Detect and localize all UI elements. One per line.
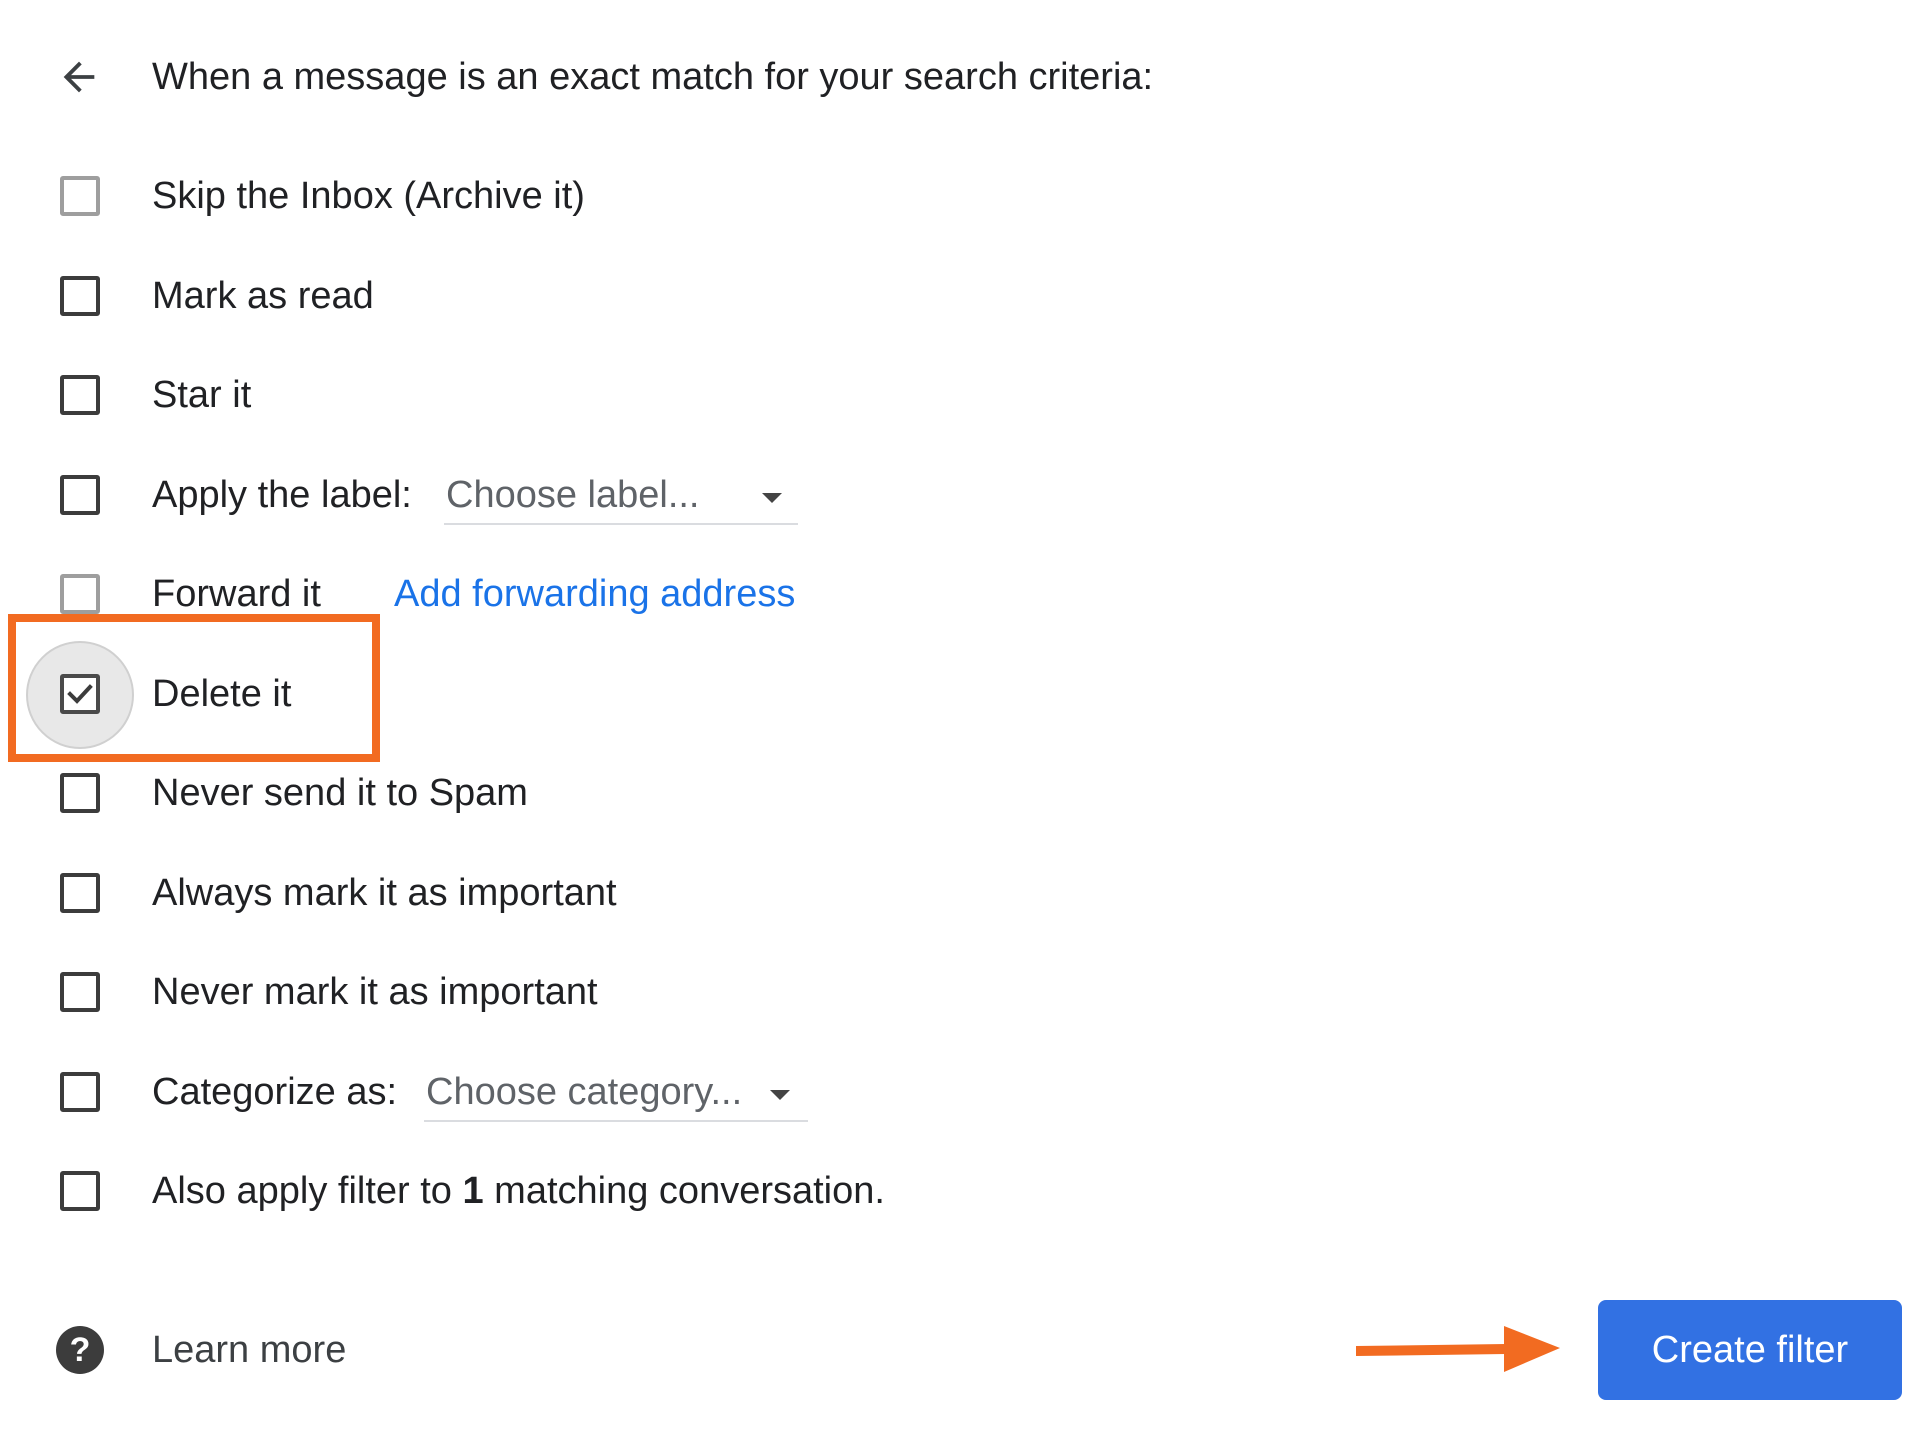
option-mark-as-read: Mark as read [0,260,1200,332]
option-label: Apply the label: [152,474,412,516]
learn-more-link[interactable]: Learn more [152,1325,346,1375]
checkbox-always-important[interactable] [60,873,100,913]
category-dropdown-value: Choose category... [426,1071,743,1113]
arrow-right-annotation-icon [1356,1326,1560,1372]
option-apply-label: Apply the label: Choose label... [0,459,1200,531]
checkmark-icon [67,684,93,704]
checkbox-skip-inbox[interactable] [60,176,100,216]
label-prefix: Also apply filter to [152,1170,463,1212]
option-never-important: Never mark it as important [0,956,1200,1028]
checkbox-mark-as-read[interactable] [60,276,100,316]
option-label: Star it [152,374,252,416]
filter-header: When a message is an exact match for you… [0,40,1932,110]
option-label: Skip the Inbox (Archive it) [152,175,585,217]
option-star-it: Star it [0,359,1200,431]
chevron-down-icon [770,1090,790,1100]
option-label: Never mark it as important [152,971,598,1013]
option-never-spam: Never send it to Spam [0,757,1200,829]
option-label: Never send it to Spam [152,772,528,814]
checkbox-delete-it[interactable] [60,674,100,714]
option-apply-to-matching: Also apply filter to 1 matching conversa… [0,1155,1200,1227]
checkbox-never-spam[interactable] [60,773,100,813]
option-label: Forward it [152,573,321,615]
label-suffix: matching conversation. [483,1170,885,1212]
option-label: Delete it [152,673,292,715]
help-circle-icon[interactable]: ? [56,1326,104,1374]
checkbox-categorize[interactable] [60,1072,100,1112]
label-dropdown-value: Choose label... [446,474,700,516]
option-label: Always mark it as important [152,872,617,914]
option-delete-it: Delete it [0,641,1200,749]
label-dropdown[interactable]: Choose label... [444,467,798,525]
option-categorize: Categorize as: Choose category... [0,1056,1200,1128]
checkbox-never-important[interactable] [60,972,100,1012]
checkbox-apply-label[interactable] [60,475,100,515]
checkbox-star-it[interactable] [60,375,100,415]
chevron-down-icon [762,493,782,503]
option-label: Categorize as: [152,1071,398,1113]
add-forwarding-address-link[interactable]: Add forwarding address [394,569,795,619]
checkbox-apply-to-matching[interactable] [60,1171,100,1211]
category-dropdown[interactable]: Choose category... [424,1064,808,1122]
create-filter-button[interactable]: Create filter [1598,1300,1902,1400]
option-label: Mark as read [152,275,374,317]
checkbox-forward-it[interactable] [60,574,100,614]
arrow-left-icon[interactable] [56,54,102,100]
option-forward-it: Forward it Add forwarding address [0,558,1200,630]
option-always-important: Always mark it as important [0,857,1200,929]
option-skip-inbox: Skip the Inbox (Archive it) [0,160,1200,232]
option-label: Also apply filter to 1 matching conversa… [152,1166,885,1216]
page-title: When a message is an exact match for you… [152,56,1154,98]
matching-count: 1 [462,1170,484,1212]
